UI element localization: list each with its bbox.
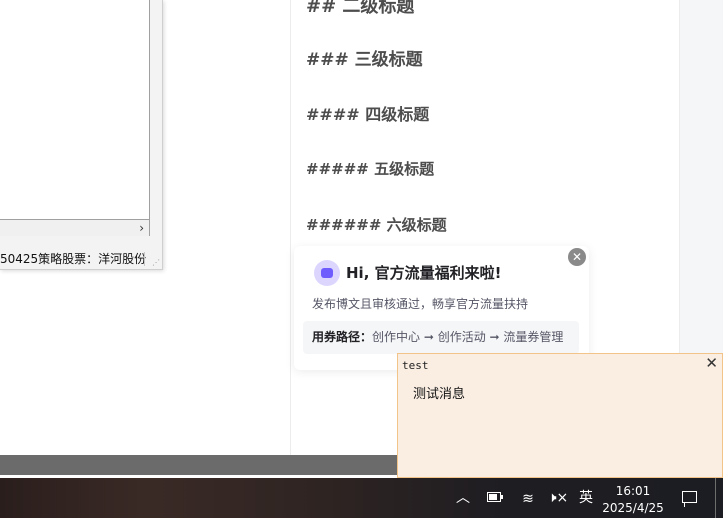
taskbar: ︿ ≋ 🕨× 英 16:01 2025/4/25 [0, 478, 723, 518]
notification-popup[interactable]: test ✕ 测试消息 [397, 353, 723, 478]
scroll-right-icon[interactable]: › [139, 220, 144, 236]
volume-muted-icon[interactable]: 🕨× [547, 478, 569, 518]
notification-message: 测试消息 [413, 387, 466, 402]
heading-level-2: ## 二级标题 [306, 0, 415, 17]
close-icon[interactable]: ✕ [705, 355, 718, 371]
traffic-promo-card[interactable]: Hi, 官方流量福利来啦! 发布博文且审核通过，畅享官方流量扶持 用券路径：创作… [294, 246, 589, 370]
promo-title: Hi, 官方流量福利来啦! [346, 264, 502, 282]
horizontal-scrollbar[interactable]: › [0, 220, 150, 236]
promo-subtitle: 发布博文且审核通过，畅享官方流量扶持 [312, 297, 529, 311]
action-center-icon[interactable] [679, 490, 701, 508]
left-app-window: › 50425策略股票：洋河股份 ⋰ [0, 0, 163, 270]
promo-close-icon[interactable]: ✕ [568, 248, 586, 266]
heading-level-3: ### 三级标题 [306, 50, 423, 70]
input-method-indicator[interactable]: 英 [575, 478, 597, 518]
heading-level-4: #### 四级标题 [306, 105, 430, 124]
network-icon[interactable]: ≋ [517, 478, 539, 518]
clock-date[interactable]: 2025/4/25 [598, 500, 668, 516]
usage-path-label: 用券路径： [312, 330, 373, 344]
left-content-area[interactable] [0, 0, 150, 220]
show-desktop-divider[interactable] [715, 478, 716, 518]
notification-title: test [402, 359, 429, 372]
resize-grip-icon[interactable]: ⋰ [152, 259, 160, 267]
heading-level-5: ##### 五级标题 [306, 160, 435, 178]
status-bar: 50425策略股票：洋河股份 ⋰ [0, 248, 163, 270]
heading-level-6: ###### 六级标题 [306, 216, 447, 234]
coupon-icon [314, 260, 340, 286]
show-hidden-icons-chevron-icon[interactable]: ︿ [452, 478, 474, 518]
promo-usage-path[interactable]: 用券路径：创作中心 ➞ 创作活动 ➞ 流量券管理 [303, 321, 579, 354]
status-text: 50425策略股票：洋河股份 [0, 252, 147, 266]
status-separator [144, 252, 145, 266]
usage-path-value[interactable]: 创作中心 ➞ 创作活动 ➞ 流量券管理 [372, 330, 563, 344]
battery-icon[interactable] [484, 492, 506, 504]
clock-time[interactable]: 16:01 [603, 483, 663, 499]
